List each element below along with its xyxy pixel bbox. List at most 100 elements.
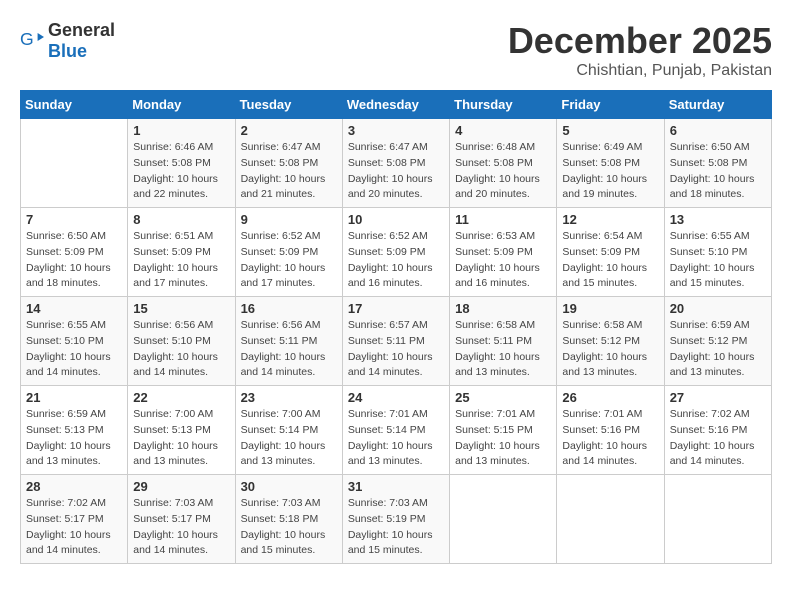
- calendar-subtitle: Chishtian, Punjab, Pakistan: [508, 62, 772, 80]
- weekday-header-tuesday: Tuesday: [235, 91, 342, 119]
- day-number: 10: [348, 212, 444, 227]
- day-info: Sunrise: 7:01 AM Sunset: 5:14 PM Dayligh…: [348, 407, 444, 470]
- day-info: Sunrise: 6:52 AM Sunset: 5:09 PM Dayligh…: [241, 229, 337, 292]
- calendar-cell: 6Sunrise: 6:50 AM Sunset: 5:08 PM Daylig…: [664, 119, 771, 208]
- day-info: Sunrise: 6:50 AM Sunset: 5:09 PM Dayligh…: [26, 229, 122, 292]
- calendar-cell: [664, 475, 771, 564]
- day-info: Sunrise: 6:56 AM Sunset: 5:10 PM Dayligh…: [133, 318, 229, 381]
- weekday-header-thursday: Thursday: [450, 91, 557, 119]
- calendar-cell: 28Sunrise: 7:02 AM Sunset: 5:17 PM Dayli…: [21, 475, 128, 564]
- day-number: 31: [348, 479, 444, 494]
- calendar-cell: 21Sunrise: 6:59 AM Sunset: 5:13 PM Dayli…: [21, 386, 128, 475]
- day-info: Sunrise: 6:55 AM Sunset: 5:10 PM Dayligh…: [670, 229, 766, 292]
- day-number: 1: [133, 123, 229, 138]
- svg-text:G: G: [20, 29, 34, 49]
- day-number: 24: [348, 390, 444, 405]
- day-number: 22: [133, 390, 229, 405]
- calendar-cell: 9 Sunrise: 6:52 AM Sunset: 5:09 PM Daylig…: [235, 208, 342, 297]
- day-info: Sunrise: 7:03 AM Sunset: 5:17 PM Dayligh…: [133, 496, 229, 559]
- calendar-week-2: 14 Sunrise: 6:55 AM Sunset: 5:10 PM Dayli…: [21, 297, 772, 386]
- weekday-header-monday: Monday: [128, 91, 235, 119]
- day-number: 16: [241, 301, 337, 316]
- day-info: Sunrise: 7:03 AM Sunset: 5:19 PM Dayligh…: [348, 496, 444, 559]
- day-number: 7: [26, 212, 122, 227]
- day-number: 27: [670, 390, 766, 405]
- page-header: G General Blue December 2025 Chishtian, …: [20, 20, 772, 80]
- day-number: 26: [562, 390, 658, 405]
- calendar-week-3: 21Sunrise: 6:59 AM Sunset: 5:13 PM Dayli…: [21, 386, 772, 475]
- day-info: Sunrise: 6:56 AM Sunset: 5:11 PM Dayligh…: [241, 318, 337, 381]
- day-number: 2: [241, 123, 337, 138]
- calendar-cell: 4 Sunrise: 6:48 AM Sunset: 5:08 PM Daylig…: [450, 119, 557, 208]
- weekday-header-saturday: Saturday: [664, 91, 771, 119]
- day-info: Sunrise: 6:53 AM Sunset: 5:09 PM Dayligh…: [455, 229, 551, 292]
- calendar-cell: 13Sunrise: 6:55 AM Sunset: 5:10 PM Dayli…: [664, 208, 771, 297]
- logo-blue: Blue: [48, 41, 87, 61]
- logo-general: General: [48, 20, 115, 40]
- calendar-cell: 30Sunrise: 7:03 AM Sunset: 5:18 PM Dayli…: [235, 475, 342, 564]
- calendar-week-0: 1 Sunrise: 6:46 AM Sunset: 5:08 PM Daylig…: [21, 119, 772, 208]
- calendar-cell: [557, 475, 664, 564]
- day-info: Sunrise: 6:58 AM Sunset: 5:12 PM Dayligh…: [562, 318, 658, 381]
- day-number: 14: [26, 301, 122, 316]
- calendar-cell: 18Sunrise: 6:58 AM Sunset: 5:11 PM Dayli…: [450, 297, 557, 386]
- calendar-cell: 11 Sunrise: 6:53 AM Sunset: 5:09 PM Dayli…: [450, 208, 557, 297]
- title-section: December 2025 Chishtian, Punjab, Pakista…: [508, 20, 772, 80]
- calendar-cell: 19 Sunrise: 6:58 AM Sunset: 5:12 PM Dayli…: [557, 297, 664, 386]
- logo-icon: G: [20, 29, 44, 53]
- day-number: 4: [455, 123, 551, 138]
- weekday-header-friday: Friday: [557, 91, 664, 119]
- calendar-cell: 10Sunrise: 6:52 AM Sunset: 5:09 PM Dayli…: [342, 208, 449, 297]
- calendar-cell: 1 Sunrise: 6:46 AM Sunset: 5:08 PM Daylig…: [128, 119, 235, 208]
- day-info: Sunrise: 6:50 AM Sunset: 5:08 PM Dayligh…: [670, 140, 766, 203]
- day-info: Sunrise: 6:47 AM Sunset: 5:08 PM Dayligh…: [348, 140, 444, 203]
- calendar-cell: 7 Sunrise: 6:50 AM Sunset: 5:09 PM Daylig…: [21, 208, 128, 297]
- calendar-cell: 26 Sunrise: 7:01 AM Sunset: 5:16 PM Dayli…: [557, 386, 664, 475]
- calendar-cell: 31 Sunrise: 7:03 AM Sunset: 5:19 PM Dayli…: [342, 475, 449, 564]
- day-number: 17: [348, 301, 444, 316]
- day-info: Sunrise: 6:51 AM Sunset: 5:09 PM Dayligh…: [133, 229, 229, 292]
- day-info: Sunrise: 6:47 AM Sunset: 5:08 PM Dayligh…: [241, 140, 337, 203]
- day-info: Sunrise: 6:55 AM Sunset: 5:10 PM Dayligh…: [26, 318, 122, 381]
- day-info: Sunrise: 7:01 AM Sunset: 5:16 PM Dayligh…: [562, 407, 658, 470]
- calendar-cell: 5Sunrise: 6:49 AM Sunset: 5:08 PM Daylig…: [557, 119, 664, 208]
- day-info: Sunrise: 7:03 AM Sunset: 5:18 PM Dayligh…: [241, 496, 337, 559]
- day-number: 3: [348, 123, 444, 138]
- day-number: 12: [562, 212, 658, 227]
- day-number: 29: [133, 479, 229, 494]
- day-number: 25: [455, 390, 551, 405]
- calendar-cell: 15 Sunrise: 6:56 AM Sunset: 5:10 PM Dayli…: [128, 297, 235, 386]
- day-info: Sunrise: 6:46 AM Sunset: 5:08 PM Dayligh…: [133, 140, 229, 203]
- weekday-header-wednesday: Wednesday: [342, 91, 449, 119]
- day-number: 9: [241, 212, 337, 227]
- day-info: Sunrise: 6:59 AM Sunset: 5:12 PM Dayligh…: [670, 318, 766, 381]
- day-info: Sunrise: 6:59 AM Sunset: 5:13 PM Dayligh…: [26, 407, 122, 470]
- calendar-week-1: 7 Sunrise: 6:50 AM Sunset: 5:09 PM Daylig…: [21, 208, 772, 297]
- day-number: 15: [133, 301, 229, 316]
- calendar-cell: 27 Sunrise: 7:02 AM Sunset: 5:16 PM Dayli…: [664, 386, 771, 475]
- calendar-cell: 16 Sunrise: 6:56 AM Sunset: 5:11 PM Dayli…: [235, 297, 342, 386]
- day-info: Sunrise: 6:48 AM Sunset: 5:08 PM Dayligh…: [455, 140, 551, 203]
- calendar-cell: 2 Sunrise: 6:47 AM Sunset: 5:08 PM Daylig…: [235, 119, 342, 208]
- calendar-table: SundayMondayTuesdayWednesdayThursdayFrid…: [20, 90, 772, 564]
- day-info: Sunrise: 7:02 AM Sunset: 5:17 PM Dayligh…: [26, 496, 122, 559]
- calendar-cell: 12 Sunrise: 6:54 AM Sunset: 5:09 PM Dayli…: [557, 208, 664, 297]
- calendar-cell: 25Sunrise: 7:01 AM Sunset: 5:15 PM Dayli…: [450, 386, 557, 475]
- calendar-week-4: 28Sunrise: 7:02 AM Sunset: 5:17 PM Dayli…: [21, 475, 772, 564]
- calendar-cell: 22 Sunrise: 7:00 AM Sunset: 5:13 PM Dayli…: [128, 386, 235, 475]
- day-number: 8: [133, 212, 229, 227]
- calendar-cell: 24 Sunrise: 7:01 AM Sunset: 5:14 PM Dayli…: [342, 386, 449, 475]
- calendar-cell: 17 Sunrise: 6:57 AM Sunset: 5:11 PM Dayli…: [342, 297, 449, 386]
- day-info: Sunrise: 6:54 AM Sunset: 5:09 PM Dayligh…: [562, 229, 658, 292]
- day-info: Sunrise: 7:02 AM Sunset: 5:16 PM Dayligh…: [670, 407, 766, 470]
- day-info: Sunrise: 6:58 AM Sunset: 5:11 PM Dayligh…: [455, 318, 551, 381]
- day-number: 23: [241, 390, 337, 405]
- day-number: 19: [562, 301, 658, 316]
- calendar-cell: 3 Sunrise: 6:47 AM Sunset: 5:08 PM Daylig…: [342, 119, 449, 208]
- calendar-cell: 29 Sunrise: 7:03 AM Sunset: 5:17 PM Dayli…: [128, 475, 235, 564]
- day-number: 11: [455, 212, 551, 227]
- calendar-title: December 2025: [508, 20, 772, 62]
- day-info: Sunrise: 6:57 AM Sunset: 5:11 PM Dayligh…: [348, 318, 444, 381]
- calendar-cell: 8 Sunrise: 6:51 AM Sunset: 5:09 PM Daylig…: [128, 208, 235, 297]
- day-info: Sunrise: 7:00 AM Sunset: 5:13 PM Dayligh…: [133, 407, 229, 470]
